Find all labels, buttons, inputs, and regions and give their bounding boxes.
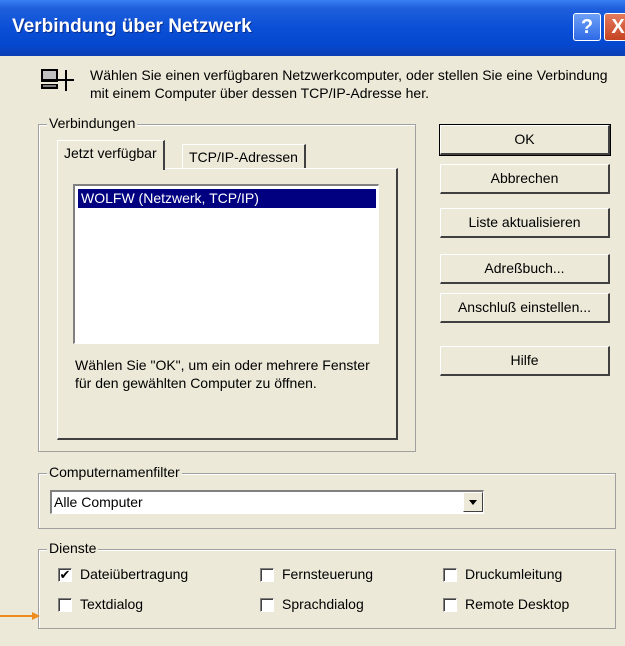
checkbox-label: Textdialog <box>80 596 144 612</box>
checkbox-box[interactable] <box>58 598 72 612</box>
connections-label: Verbindungen <box>47 115 138 131</box>
available-computers-list[interactable]: WOLFW (Netzwerk, TCP/IP) <box>73 184 379 344</box>
window-title: Verbindung über Netzwerk <box>12 16 252 37</box>
network-computer-icon <box>41 69 74 91</box>
checkbox-box[interactable]: ✔ <box>58 568 72 582</box>
checkbox-label: Dateiübertragung <box>80 566 189 582</box>
selection-hint: Wählen Sie "OK", um ein oder mehrere Fen… <box>75 357 370 391</box>
services-label: Dienste <box>47 540 99 556</box>
computer-filter-value: Alle Computer <box>54 494 143 510</box>
pointer-arrow-icon <box>0 612 40 620</box>
network-connection-dialog: Verbindung über Netzwerk ? X Wählen Sie … <box>0 0 625 646</box>
checkbox-box[interactable] <box>260 598 274 612</box>
addressbook-button[interactable]: Adreßbuch... <box>440 254 610 284</box>
intro-text: Wählen Sie einen verfügbaren Netzwerkcom… <box>90 67 608 101</box>
checkbox-box[interactable] <box>443 568 457 582</box>
list-item[interactable]: WOLFW (Netzwerk, TCP/IP) <box>78 189 376 208</box>
tab-available-now-label: Jetzt verfügbar <box>64 145 157 161</box>
checkbox-label: Fernsteuerung <box>282 566 374 582</box>
computer-filter-label: Computernamenfilter <box>47 464 182 480</box>
checkbox-box[interactable] <box>260 568 274 582</box>
tab-tcpip-addresses-label: TCP/IP-Adressen <box>189 149 298 165</box>
close-button[interactable]: X <box>604 13 625 41</box>
connection-settings-button[interactable]: Anschluß einstellen... <box>440 293 610 323</box>
checkbox-label: Druckumleitung <box>465 566 563 582</box>
chevron-down-icon[interactable] <box>463 492 483 512</box>
checkbox-box[interactable] <box>443 598 457 612</box>
checkbox-label: Sprachdialog <box>282 596 364 612</box>
ok-button[interactable]: OK <box>439 124 611 156</box>
tab-available-now[interactable]: Jetzt verfügbar <box>57 140 165 170</box>
cancel-button[interactable]: Abbrechen <box>440 164 610 194</box>
services-group: Dienste <box>38 540 616 629</box>
tab-tcpip-addresses[interactable]: TCP/IP-Adressen <box>182 144 306 170</box>
help-title-button[interactable]: ? <box>573 13 601 41</box>
title-bar[interactable]: Verbindung über Netzwerk ? X <box>0 0 625 56</box>
help-button[interactable]: Hilfe <box>440 346 610 376</box>
computer-filter-select[interactable]: Alle Computer <box>50 490 484 514</box>
checkbox-label: Remote Desktop <box>465 596 570 612</box>
refresh-list-button[interactable]: Liste aktualisieren <box>440 208 610 238</box>
